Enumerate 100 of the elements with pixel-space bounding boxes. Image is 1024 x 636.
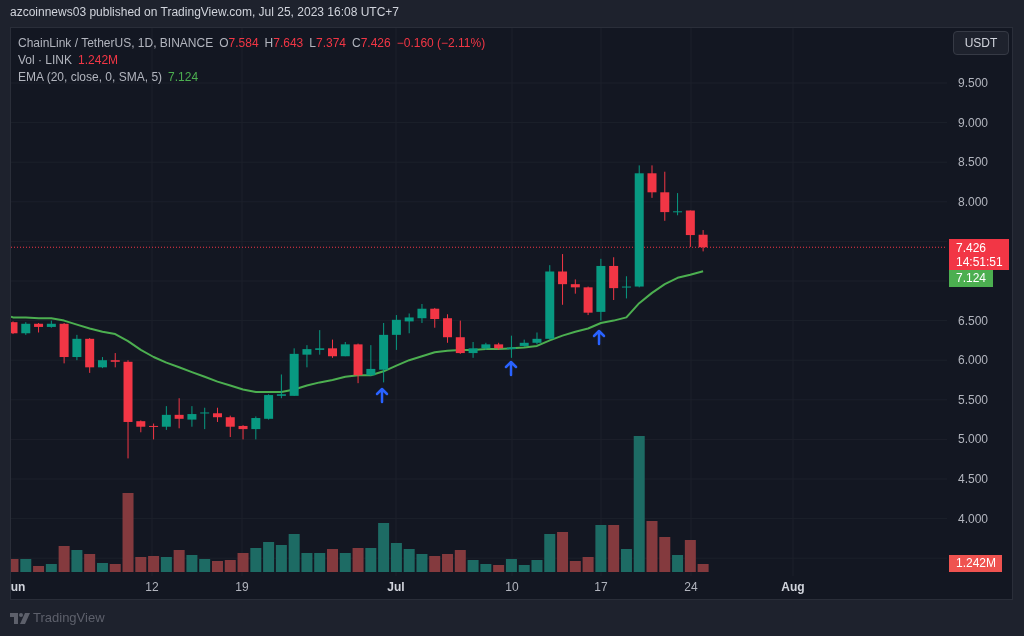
candle: [21, 322, 31, 335]
candle: [187, 406, 197, 427]
currency-button[interactable]: USDT: [953, 31, 1009, 55]
price-label: 9.500: [958, 75, 989, 91]
price-label: 5.500: [958, 391, 989, 408]
price-label: 4.500: [958, 471, 989, 487]
candle: [225, 415, 235, 437]
candle: [404, 313, 414, 334]
candle: [558, 254, 568, 305]
volume-bar: [416, 554, 428, 572]
volume-legend-value: 1.242M: [78, 53, 119, 68]
indicator-legend-value: 7.124: [168, 70, 199, 85]
candle: [583, 286, 593, 316]
time-label: 19: [235, 580, 249, 595]
candle: [34, 323, 44, 333]
volume-legend-label: Vol · LINK: [18, 53, 73, 68]
candle: [698, 230, 708, 252]
candle: [468, 342, 478, 358]
candle: [379, 323, 389, 383]
candle: [340, 342, 350, 357]
indicator-price-tag: 7.124: [949, 270, 993, 287]
candle: [302, 345, 312, 368]
ohlc-value: O7.584: [219, 36, 259, 51]
volume-bar: [275, 545, 287, 572]
brand-name: TradingView: [33, 610, 105, 626]
candle: [136, 420, 146, 433]
candle: [570, 279, 580, 294]
candle: [85, 338, 95, 373]
candle: [328, 339, 337, 358]
candle: [443, 314, 452, 343]
indicator-legend-label: EMA (20, close, 0, SMA, 5): [18, 70, 163, 85]
candle: [621, 276, 631, 299]
candle: [366, 345, 376, 377]
volume-bar: [186, 555, 198, 572]
up-arrow-icon: [592, 329, 606, 346]
candle: [264, 394, 274, 420]
candle: [430, 307, 440, 328]
volume-bar: [263, 542, 275, 572]
change-value: −0.160 (−2.11%): [396, 36, 486, 51]
candle: [506, 335, 516, 358]
price-label: 8.000: [958, 193, 989, 210]
candle: [200, 407, 210, 430]
candle: [276, 374, 286, 399]
price-label: 5.000: [958, 431, 989, 448]
candle: [455, 320, 465, 354]
candle: [609, 257, 619, 300]
volume-bar: [148, 556, 160, 572]
ohlc-value: H7.643: [264, 36, 304, 51]
time-label: un: [10, 580, 26, 595]
candle: [353, 343, 363, 384]
volume-bar: [442, 554, 453, 572]
time-label: 10: [505, 580, 519, 595]
volume-bar: [403, 549, 415, 572]
candle: [494, 342, 504, 350]
volume-bar: [71, 550, 83, 572]
candle: [174, 398, 184, 429]
candle: [532, 332, 542, 345]
candle: [46, 320, 56, 328]
volume-bar: [314, 553, 326, 572]
price-label: 9.000: [958, 114, 989, 131]
ohlc-value: C7.426: [352, 36, 391, 51]
countdown-timer: 14:51:51: [956, 254, 1004, 269]
candle: [149, 423, 159, 440]
candle: [660, 171, 670, 221]
candle: [596, 258, 606, 321]
volume-bar: [352, 548, 364, 572]
candle: [315, 330, 325, 355]
price-label: 6.000: [958, 352, 989, 369]
candle: [59, 323, 69, 364]
publish-caption: azcoinnews03 published on TradingView.com, Jul 25, 2023 16:08 UTC+7: [9, 4, 401, 21]
volume-bar: [212, 561, 223, 572]
time-label: Jul: [387, 580, 405, 595]
logo-icon: [10, 612, 30, 624]
ohlc-value: L7.374: [309, 36, 346, 51]
volume-bar: [339, 553, 351, 572]
candle: [519, 339, 529, 347]
time-label: 17: [594, 580, 608, 595]
candle: [289, 348, 299, 396]
candle: [673, 193, 683, 216]
candle: [161, 406, 171, 430]
candle: [647, 165, 657, 198]
time-label: Aug: [781, 580, 805, 595]
volume-bar: [429, 556, 441, 572]
candle: [213, 407, 222, 422]
time-label: 24: [684, 580, 698, 595]
candle: [97, 357, 107, 369]
candle: [11, 321, 18, 335]
up-arrow-icon: [375, 387, 389, 404]
candle: [238, 425, 248, 440]
candle: [391, 315, 401, 350]
volume-bar: [327, 549, 338, 572]
volume-price-tag: 1.242M: [949, 555, 1002, 572]
up-arrow-icon: [504, 360, 518, 377]
candle: [110, 353, 120, 368]
price-label: 8.500: [958, 154, 989, 171]
symbol-title: ChainLink / TetherUS, 1D, BINANCE: [18, 36, 214, 51]
price-label: 4.000: [958, 510, 989, 527]
volume-bar: [250, 548, 262, 572]
volume-bar: [199, 559, 211, 572]
candle: [481, 342, 491, 350]
